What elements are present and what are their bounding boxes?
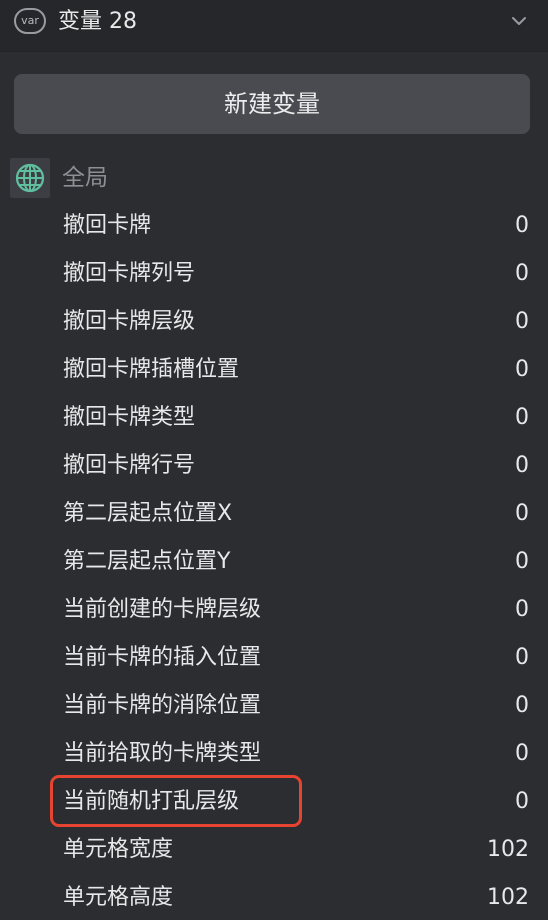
variable-value: 0 — [515, 309, 529, 334]
new-variable-button[interactable]: 新建变量 — [14, 74, 530, 134]
variable-row[interactable]: 第二层起点位置X 0 — [0, 490, 548, 538]
variable-name: 当前创建的卡牌层级 — [63, 597, 262, 622]
variable-row[interactable]: 撤回卡牌 0 — [0, 202, 548, 250]
variable-name: 单元格高度 — [63, 885, 174, 910]
variable-row[interactable]: 单元格高度 102 — [0, 874, 548, 920]
globe-icon — [10, 158, 50, 198]
variable-name: 第二层起点位置Y — [63, 549, 231, 574]
variable-name: 撤回卡牌插槽位置 — [63, 357, 240, 382]
variable-name: 当前随机打乱层级 — [63, 789, 240, 814]
variable-name: 第二层起点位置X — [63, 501, 233, 526]
variable-value: 102 — [487, 837, 529, 862]
variables-header[interactable]: var 变量 28 — [0, 0, 548, 52]
variable-value: 0 — [515, 453, 529, 478]
variable-row[interactable]: 当前卡牌的消除位置 0 — [0, 682, 548, 730]
variable-row[interactable]: 当前卡牌的插入位置 0 — [0, 634, 548, 682]
variable-name: 撤回卡牌 — [63, 213, 152, 238]
variable-value: 0 — [515, 501, 529, 526]
variable-value: 0 — [515, 645, 529, 670]
variable-value: 0 — [515, 741, 529, 766]
variable-row[interactable]: 撤回卡牌列号 0 — [0, 250, 548, 298]
variable-value: 0 — [515, 213, 529, 238]
variable-value: 0 — [515, 261, 529, 286]
variables-panel: var 变量 28 新建变量 全局 撤回卡牌 0 撤回卡牌列号 0 撤回卡牌层级 0 撤回卡… — [0, 0, 548, 920]
panel-title: 变量 28 — [58, 9, 137, 34]
group-global[interactable]: 全局 — [10, 158, 540, 198]
variable-value: 102 — [487, 885, 529, 910]
variable-name: 当前拾取的卡牌类型 — [63, 741, 262, 766]
variable-value: 0 — [515, 549, 529, 574]
variable-row[interactable]: 当前拾取的卡牌类型 0 — [0, 730, 548, 778]
variable-row[interactable]: 单元格宽度 102 — [0, 826, 548, 874]
variable-value: 0 — [515, 597, 529, 622]
chevron-down-icon[interactable] — [510, 12, 528, 30]
variable-row[interactable]: 撤回卡牌插槽位置 0 — [0, 346, 548, 394]
group-label: 全局 — [62, 165, 108, 191]
var-badge-icon: var — [14, 8, 46, 34]
variable-value: 0 — [515, 405, 529, 430]
variable-name: 当前卡牌的消除位置 — [63, 693, 262, 718]
variable-row[interactable]: 当前创建的卡牌层级 0 — [0, 586, 548, 634]
variable-name: 撤回卡牌行号 — [63, 453, 196, 478]
variable-row[interactable]: 撤回卡牌类型 0 — [0, 394, 548, 442]
variable-name: 当前卡牌的插入位置 — [63, 645, 262, 670]
variable-row[interactable]: 撤回卡牌行号 0 — [0, 442, 548, 490]
variable-name: 单元格宽度 — [63, 837, 174, 862]
variable-name: 撤回卡牌层级 — [63, 309, 196, 334]
variable-row[interactable]: 当前随机打乱层级 0 — [0, 778, 548, 826]
variable-row[interactable]: 撤回卡牌层级 0 — [0, 298, 548, 346]
variable-value: 0 — [515, 357, 529, 382]
variable-row[interactable]: 第二层起点位置Y 0 — [0, 538, 548, 586]
variable-value: 0 — [515, 789, 529, 814]
variable-name: 撤回卡牌列号 — [63, 261, 196, 286]
variable-value: 0 — [515, 693, 529, 718]
variable-name: 撤回卡牌类型 — [63, 405, 196, 430]
